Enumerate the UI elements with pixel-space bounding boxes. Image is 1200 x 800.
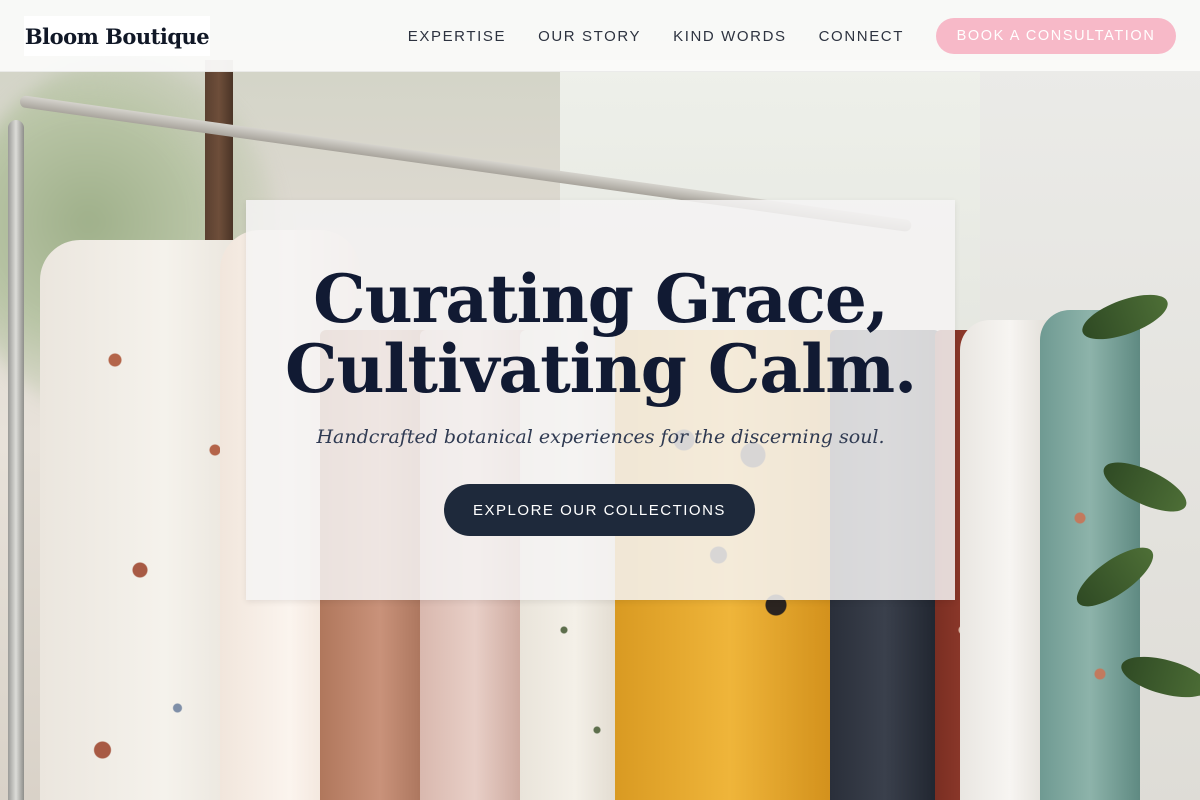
clothing-rack-pole [8,120,24,800]
hero-headline-line2: Cultivating Calm. [284,330,917,408]
brand-logo[interactable]: Bloom Boutique [24,16,210,56]
nav-links: EXPERTISE OUR STORY KIND WORDS CONNECT [376,0,904,72]
nav-link-our-story[interactable]: OUR STORY [538,28,641,45]
nav-link-expertise[interactable]: EXPERTISE [408,28,506,45]
nav-link-kind-words[interactable]: KIND WORDS [673,28,787,45]
hero-headline: Curating Grace, Cultivating Calm. [246,264,955,404]
top-navbar: Bloom Boutique EXPERTISE OUR STORY KIND … [0,0,1200,72]
book-consultation-button[interactable]: BOOK A CONSULTATION [936,18,1176,54]
hero-headline-line1: Curating Grace, [313,260,889,338]
hero-card: Curating Grace, Cultivating Calm. Handcr… [246,200,955,600]
hero-subtitle: Handcrafted botanical experiences for th… [316,426,885,448]
explore-collections-button[interactable]: EXPLORE OUR COLLECTIONS [444,484,755,536]
nav-link-connect[interactable]: CONNECT [819,28,904,45]
